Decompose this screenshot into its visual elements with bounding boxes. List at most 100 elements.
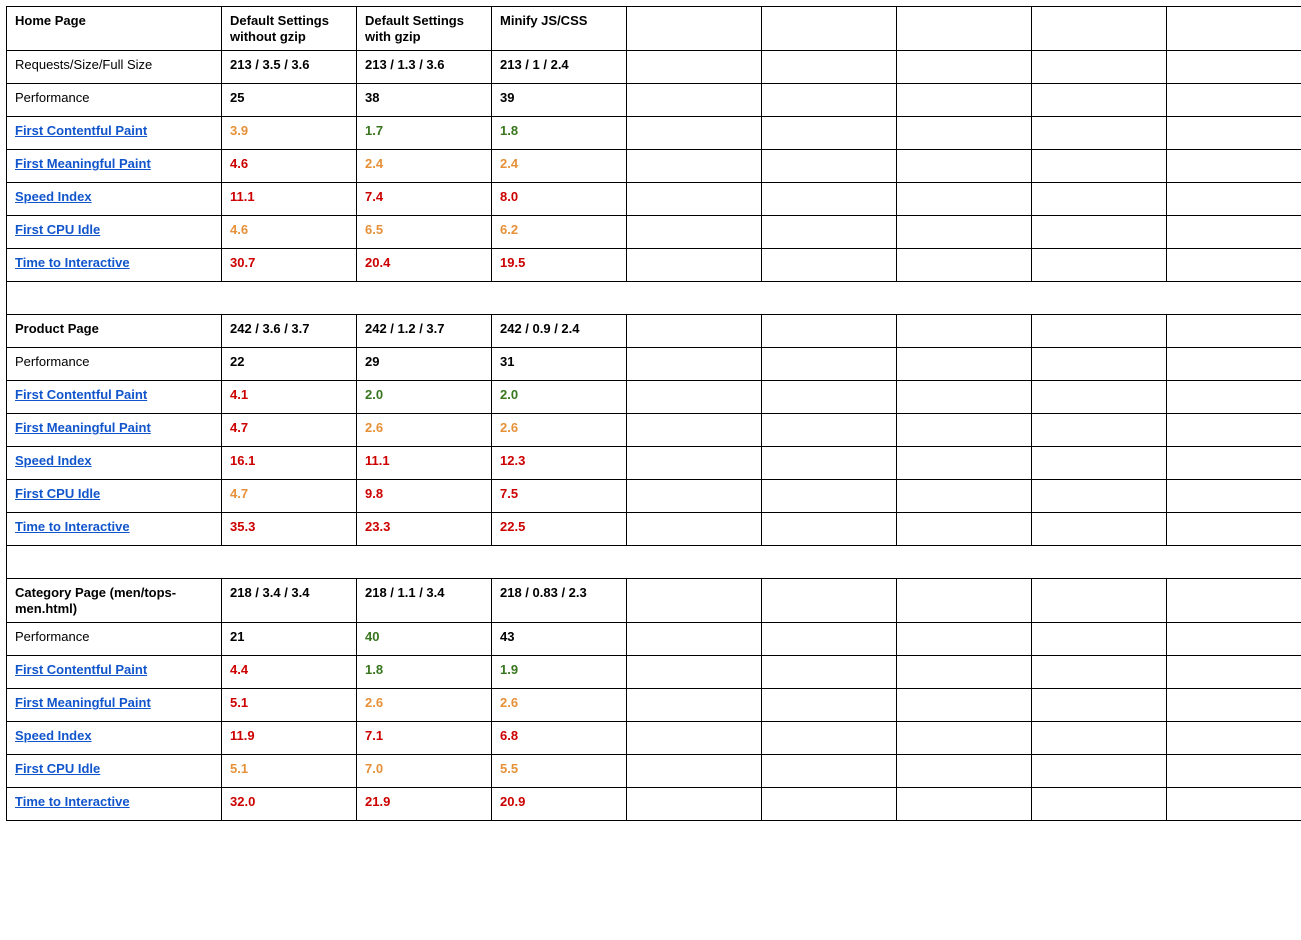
cell: 1.8 bbox=[492, 117, 627, 150]
cell: 2.4 bbox=[492, 150, 627, 183]
metric-link-fci[interactable]: First CPU Idle bbox=[7, 216, 222, 249]
metric-link-si[interactable]: Speed Index bbox=[7, 722, 222, 755]
cell: 218 / 3.4 / 3.4 bbox=[222, 579, 357, 623]
col-header-2: Default Settings with gzip bbox=[357, 7, 492, 51]
cell: 4.1 bbox=[222, 381, 357, 414]
cell: 4.7 bbox=[222, 414, 357, 447]
blank-cell bbox=[897, 7, 1032, 51]
cell: 213 / 1 / 2.4 bbox=[492, 51, 627, 84]
cell: 218 / 1.1 / 3.4 bbox=[357, 579, 492, 623]
metric-link-fmp[interactable]: First Meaningful Paint bbox=[7, 689, 222, 722]
cell: 2.0 bbox=[357, 381, 492, 414]
row-home-si: Speed Index 11.1 7.4 8.0 bbox=[7, 183, 1301, 216]
row-category-fcp: First Contentful Paint 4.4 1.8 1.9 bbox=[7, 656, 1301, 689]
row-home-requests: Requests/Size/Full Size 213 / 3.5 / 3.6 … bbox=[7, 51, 1301, 84]
metric-label: Performance bbox=[7, 348, 222, 381]
metric-label: Requests/Size/Full Size bbox=[7, 51, 222, 84]
performance-table: Home Page Default Settings without gzip … bbox=[6, 6, 1301, 821]
cell: 23.3 bbox=[357, 513, 492, 546]
cell: 4.6 bbox=[222, 150, 357, 183]
cell: 2.6 bbox=[357, 689, 492, 722]
blank-cell bbox=[627, 7, 762, 51]
row-home-fmp: First Meaningful Paint 4.6 2.4 2.4 bbox=[7, 150, 1301, 183]
section-title-product: Product Page bbox=[7, 315, 222, 348]
header-row-category: Category Page (men/tops-men.html) 218 / … bbox=[7, 579, 1301, 623]
cell: 39 bbox=[492, 84, 627, 117]
cell: 1.9 bbox=[492, 656, 627, 689]
metric-label: Performance bbox=[7, 84, 222, 117]
cell: 242 / 3.6 / 3.7 bbox=[222, 315, 357, 348]
metric-link-fcp[interactable]: First Contentful Paint bbox=[7, 381, 222, 414]
cell: 6.8 bbox=[492, 722, 627, 755]
header-row-product: Product Page 242 / 3.6 / 3.7 242 / 1.2 /… bbox=[7, 315, 1301, 348]
blank-cell bbox=[1032, 7, 1167, 51]
cell: 22 bbox=[222, 348, 357, 381]
cell: 1.8 bbox=[357, 656, 492, 689]
metric-link-si[interactable]: Speed Index bbox=[7, 183, 222, 216]
cell: 22.5 bbox=[492, 513, 627, 546]
metric-link-fmp[interactable]: First Meaningful Paint bbox=[7, 150, 222, 183]
cell: 7.5 bbox=[492, 480, 627, 513]
cell: 12.3 bbox=[492, 447, 627, 480]
blank-cell bbox=[1167, 7, 1301, 51]
cell: 43 bbox=[492, 623, 627, 656]
row-product-fcp: First Contentful Paint 4.1 2.0 2.0 bbox=[7, 381, 1301, 414]
cell: 7.4 bbox=[357, 183, 492, 216]
cell: 242 / 1.2 / 3.7 bbox=[357, 315, 492, 348]
metric-link-fcp[interactable]: First Contentful Paint bbox=[7, 117, 222, 150]
metric-link-si[interactable]: Speed Index bbox=[7, 447, 222, 480]
cell: 2.4 bbox=[357, 150, 492, 183]
row-category-fci: First CPU Idle 5.1 7.0 5.5 bbox=[7, 755, 1301, 788]
cell: 16.1 bbox=[222, 447, 357, 480]
metric-link-fcp[interactable]: First Contentful Paint bbox=[7, 656, 222, 689]
cell: 8.0 bbox=[492, 183, 627, 216]
row-category-tti: Time to Interactive 32.0 21.9 20.9 bbox=[7, 788, 1301, 821]
cell: 2.6 bbox=[492, 689, 627, 722]
cell: 213 / 3.5 / 3.6 bbox=[222, 51, 357, 84]
cell: 2.0 bbox=[492, 381, 627, 414]
col-header-3: Minify JS/CSS bbox=[492, 7, 627, 51]
cell: 4.4 bbox=[222, 656, 357, 689]
cell: 6.5 bbox=[357, 216, 492, 249]
row-home-performance: Performance 25 38 39 bbox=[7, 84, 1301, 117]
cell: 11.1 bbox=[357, 447, 492, 480]
row-category-performance: Performance 21 40 43 bbox=[7, 623, 1301, 656]
metric-link-tti[interactable]: Time to Interactive bbox=[7, 513, 222, 546]
metric-link-tti[interactable]: Time to Interactive bbox=[7, 249, 222, 282]
cell: 19.5 bbox=[492, 249, 627, 282]
section-title-category: Category Page (men/tops-men.html) bbox=[7, 579, 222, 623]
cell: 6.2 bbox=[492, 216, 627, 249]
section-spacer bbox=[7, 546, 1301, 579]
cell: 1.7 bbox=[357, 117, 492, 150]
cell: 20.9 bbox=[492, 788, 627, 821]
row-product-si: Speed Index 16.1 11.1 12.3 bbox=[7, 447, 1301, 480]
cell: 21.9 bbox=[357, 788, 492, 821]
cell: 25 bbox=[222, 84, 357, 117]
cell: 5.5 bbox=[492, 755, 627, 788]
cell: 5.1 bbox=[222, 755, 357, 788]
row-home-tti: Time to Interactive 30.7 20.4 19.5 bbox=[7, 249, 1301, 282]
cell: 4.6 bbox=[222, 216, 357, 249]
col-header-1: Default Settings without gzip bbox=[222, 7, 357, 51]
cell: 2.6 bbox=[357, 414, 492, 447]
row-home-fci: First CPU Idle 4.6 6.5 6.2 bbox=[7, 216, 1301, 249]
metric-link-fci[interactable]: First CPU Idle bbox=[7, 755, 222, 788]
row-category-fmp: First Meaningful Paint 5.1 2.6 2.6 bbox=[7, 689, 1301, 722]
cell: 3.9 bbox=[222, 117, 357, 150]
row-product-fmp: First Meaningful Paint 4.7 2.6 2.6 bbox=[7, 414, 1301, 447]
cell: 213 / 1.3 / 3.6 bbox=[357, 51, 492, 84]
cell: 40 bbox=[357, 623, 492, 656]
section-title-home: Home Page bbox=[7, 7, 222, 51]
cell: 7.1 bbox=[357, 722, 492, 755]
row-product-tti: Time to Interactive 35.3 23.3 22.5 bbox=[7, 513, 1301, 546]
cell: 242 / 0.9 / 2.4 bbox=[492, 315, 627, 348]
metric-link-tti[interactable]: Time to Interactive bbox=[7, 788, 222, 821]
cell: 32.0 bbox=[222, 788, 357, 821]
cell: 4.7 bbox=[222, 480, 357, 513]
metric-link-fmp[interactable]: First Meaningful Paint bbox=[7, 414, 222, 447]
cell: 7.0 bbox=[357, 755, 492, 788]
metric-link-fci[interactable]: First CPU Idle bbox=[7, 480, 222, 513]
row-product-fci: First CPU Idle 4.7 9.8 7.5 bbox=[7, 480, 1301, 513]
cell: 31 bbox=[492, 348, 627, 381]
cell: 20.4 bbox=[357, 249, 492, 282]
